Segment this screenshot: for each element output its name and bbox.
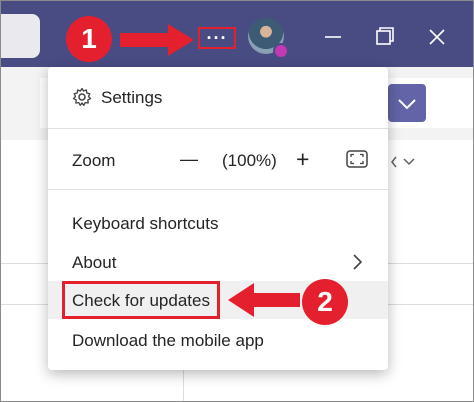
arrow-left-icon xyxy=(228,283,300,317)
menu-divider xyxy=(48,128,388,129)
presence-badge xyxy=(273,43,289,59)
chevron-icons xyxy=(391,156,415,168)
step-2-badge: 2 xyxy=(302,279,348,325)
close-icon[interactable] xyxy=(422,22,452,52)
settings-menu: Settings Zoom — (100%) + Keyboard shortc… xyxy=(48,67,388,370)
fullscreen-icon[interactable] xyxy=(345,149,369,169)
menu-item-about[interactable]: About xyxy=(72,253,116,273)
background-column-divider xyxy=(183,370,184,402)
screenshot: { "title_bar": { "more_label": "···", "i… xyxy=(0,0,474,402)
search-box[interactable] xyxy=(0,14,40,58)
zoom-out-button[interactable]: — xyxy=(180,149,198,170)
menu-item-download-mobile-app[interactable]: Download the mobile app xyxy=(72,331,264,351)
more-options-button[interactable]: ··· xyxy=(198,27,236,49)
check-for-updates-highlight-box xyxy=(62,281,220,319)
menu-item-keyboard-shortcuts[interactable]: Keyboard shortcuts xyxy=(72,214,218,234)
arrow-right-icon xyxy=(120,24,194,56)
zoom-value: (100%) xyxy=(222,151,277,170)
chevron-down-icon xyxy=(398,99,416,110)
chevron-right-icon xyxy=(353,254,363,270)
gear-icon xyxy=(72,87,92,106)
minimize-icon[interactable] xyxy=(318,22,348,52)
avatar[interactable] xyxy=(248,18,289,59)
zoom-in-button[interactable]: + xyxy=(296,146,309,173)
step-1-badge: 1 xyxy=(66,16,112,62)
dropdown-button[interactable] xyxy=(388,84,426,122)
menu-divider xyxy=(48,189,388,190)
maximize-icon[interactable] xyxy=(370,22,400,52)
zoom-label: Zoom xyxy=(72,151,116,170)
menu-item-settings[interactable]: Settings xyxy=(101,88,162,108)
